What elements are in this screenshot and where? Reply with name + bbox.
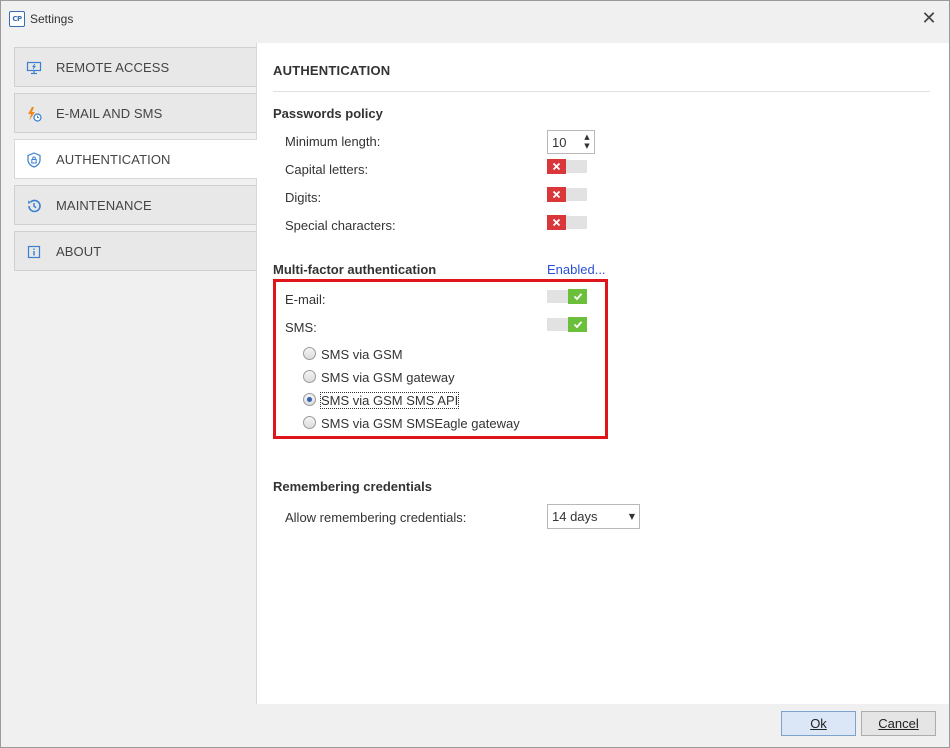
sidebar-item-label: AUTHENTICATION [56, 152, 171, 167]
radio-label-sms-via-gsm-sms-api[interactable]: SMS via GSM SMS API [319, 392, 460, 409]
settings-window: CP Settings ✕ REMOTE ACCESS E-MAIL AND S… [0, 0, 950, 748]
min-length-value: 10 [552, 135, 567, 150]
mfa-heading: Multi-factor authentication [273, 262, 437, 277]
sidebar-item-label: ABOUT [56, 244, 102, 259]
sidebar-item-email-and-sms[interactable]: E-MAIL AND SMS [14, 93, 257, 133]
remembering-credentials-heading: Remembering credentials [273, 479, 432, 494]
sidebar-item-label: REMOTE ACCESS [56, 60, 170, 75]
radio-sms-via-gsm[interactable] [303, 347, 316, 360]
special-characters-toggle[interactable] [547, 215, 587, 230]
capital-letters-label: Capital letters: [285, 162, 369, 177]
chevron-down-icon: ▼ [628, 512, 635, 521]
page-title: AUTHENTICATION [273, 63, 391, 78]
close-button[interactable]: ✕ [919, 9, 939, 29]
sidebar-item-about[interactable]: ABOUT [14, 231, 257, 271]
sidebar-item-authentication[interactable]: AUTHENTICATION [14, 139, 257, 179]
radio-label-sms-via-gsm-smseagle-gateway[interactable]: SMS via GSM SMSEagle gateway [321, 416, 520, 431]
title-bar: CP Settings ✕ [1, 1, 949, 37]
close-icon: ✕ [921, 8, 937, 29]
sms-label: SMS: [285, 320, 317, 335]
sidebar-item-label: E-MAIL AND SMS [56, 106, 163, 121]
check-icon [568, 289, 587, 304]
allow-remembering-label: Allow remembering credentials: [285, 510, 467, 525]
cancel-button[interactable]: Cancel [861, 711, 936, 736]
sidebar-item-label: MAINTENANCE [56, 198, 152, 213]
digits-label: Digits: [285, 190, 322, 205]
monitor-icon [26, 60, 42, 76]
ok-button-label: Ok [810, 716, 827, 731]
check-icon [568, 317, 587, 332]
email-mfa-toggle[interactable] [547, 289, 587, 304]
content-panel: AUTHENTICATION Passwords policy Minimum … [256, 43, 949, 704]
mfa-enabled-link[interactable]: Enabled... [547, 262, 606, 277]
sidebar: REMOTE ACCESS E-MAIL AND SMS AUTHENTICAT… [14, 47, 257, 277]
radio-sms-via-gsm-gateway[interactable] [303, 370, 316, 383]
special-characters-label: Special characters: [285, 218, 396, 233]
sms-mfa-toggle[interactable] [547, 317, 587, 332]
ok-button[interactable]: Ok [781, 711, 856, 736]
window-title: Settings [30, 12, 74, 26]
radio-label-sms-via-gsm-gateway[interactable]: SMS via GSM gateway [321, 370, 455, 385]
cancel-button-label: Cancel [878, 716, 919, 731]
radio-sms-via-gsm-smseagle-gateway[interactable] [303, 416, 316, 429]
sidebar-item-maintenance[interactable]: MAINTENANCE [14, 185, 257, 225]
email-label: E-mail: [285, 292, 326, 307]
capital-letters-toggle[interactable] [547, 159, 587, 174]
history-icon [26, 198, 42, 214]
digits-toggle[interactable] [547, 187, 587, 202]
sidebar-item-remote-access[interactable]: REMOTE ACCESS [14, 47, 257, 87]
divider [273, 91, 930, 92]
remember-duration-select[interactable]: 14 days ▼ [547, 504, 640, 529]
x-icon [547, 159, 566, 174]
min-length-label: Minimum length: [285, 134, 381, 149]
remember-duration-value: 14 days [552, 509, 598, 524]
passwords-policy-heading: Passwords policy [273, 106, 383, 121]
radio-label-sms-via-gsm[interactable]: SMS via GSM [321, 347, 403, 362]
bolt-clock-icon [26, 106, 42, 122]
min-length-stepper[interactable]: 10 ▲ ▼ [547, 130, 595, 154]
shield-lock-icon [26, 152, 42, 168]
x-icon [547, 187, 566, 202]
app-logo-icon: CP [9, 11, 25, 27]
info-icon [26, 244, 42, 260]
stepper-arrows-icon[interactable]: ▲ ▼ [582, 133, 592, 151]
x-icon [547, 215, 566, 230]
radio-sms-via-gsm-sms-api[interactable] [303, 393, 316, 406]
